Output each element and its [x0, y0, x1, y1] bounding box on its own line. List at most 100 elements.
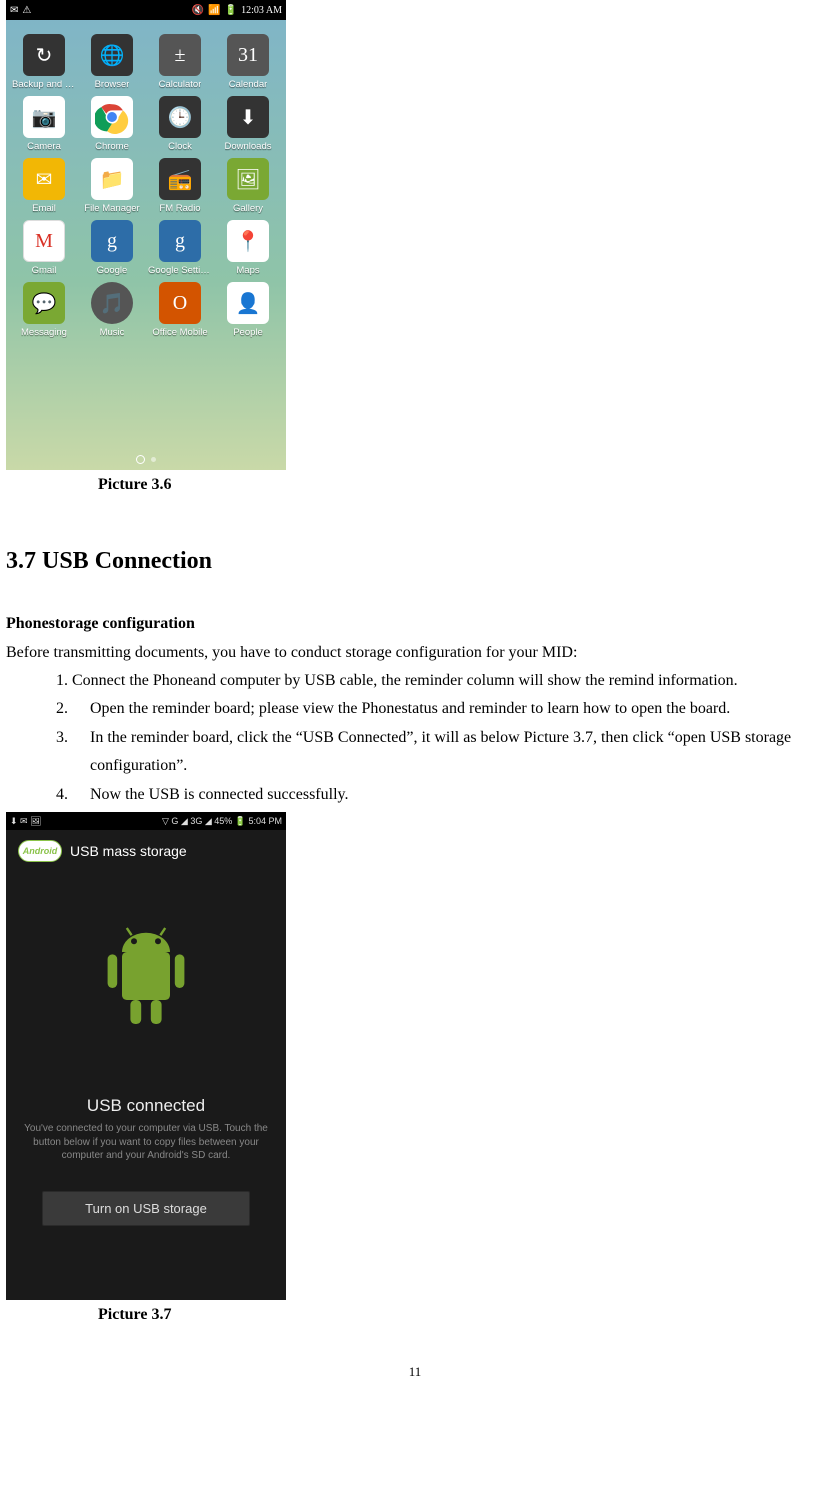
status-right-text: ▽ G ◢ 3G ◢ 45% 🔋 5:04 PM: [162, 816, 282, 827]
status-right: 🔇 📶 🔋 12:03 AM: [192, 5, 282, 16]
app-calculator[interactable]: ± Calculator: [146, 34, 214, 90]
app-label: Music: [100, 327, 125, 338]
list-item: 4. Now the USB is connected successfully…: [56, 781, 830, 809]
step-text: In the reminder board, click the “USB Co…: [90, 724, 830, 781]
step-text: Open the reminder board; please view the…: [90, 695, 830, 723]
app-label: Google: [97, 265, 128, 276]
app-email[interactable]: ✉ Email: [10, 158, 78, 214]
app-label: Maps: [236, 265, 259, 276]
title-row: Android USB mass storage: [6, 830, 286, 872]
office-icon: O: [159, 282, 201, 324]
caption-1: Picture 3.6: [98, 476, 830, 494]
app-label: Browser: [95, 79, 130, 90]
list-item: 1. Connect the Phoneand computer by USB …: [56, 667, 830, 695]
gallery-icon: 🖼: [227, 158, 269, 200]
app-gmail[interactable]: M Gmail: [10, 220, 78, 276]
screenshot-app-drawer: ✉ ⚠ 🔇 📶 🔋 12:03 AM ↻ Backup and Re 🌐 Browse…: [6, 0, 286, 470]
step-text: 1. Connect the Phoneand computer by USB …: [56, 667, 830, 695]
app-label: Office Mobile: [152, 327, 207, 338]
camera-icon: 📷: [23, 96, 65, 138]
battery-icon: 🔋: [225, 5, 237, 16]
calculator-icon: ±: [159, 34, 201, 76]
gmail-icon: M: [23, 220, 65, 262]
backup-icon: ↻: [23, 34, 65, 76]
section-heading: 3.7 USB Connection: [6, 548, 830, 575]
app-backup-and-re[interactable]: ↻ Backup and Re: [10, 34, 78, 90]
app-gallery[interactable]: 🖼 Gallery: [214, 158, 282, 214]
music-icon: 🎵: [91, 282, 133, 324]
browser-icon: 🌐: [91, 34, 133, 76]
app-file-manager[interactable]: 📁 File Manager: [78, 158, 146, 214]
intro-text: Before transmitting documents, you have …: [6, 639, 830, 667]
connected-title: USB connected: [22, 1096, 270, 1116]
messaging-icon: 💬: [23, 282, 65, 324]
app-calendar[interactable]: 31 Calendar: [214, 34, 282, 90]
app-label: Gallery: [233, 203, 263, 214]
connected-body: You've connected to your computer via US…: [22, 1122, 270, 1163]
step-number: 4.: [56, 781, 90, 809]
file-manager-icon: 📁: [91, 158, 133, 200]
app-label: Backup and Re: [12, 79, 76, 90]
status-left-icons: ⬇ ✉ 🖼: [10, 816, 42, 827]
page-indicator: [136, 457, 156, 464]
app-google[interactable]: g Google: [78, 220, 146, 276]
list-item: 2. Open the reminder board; please view …: [56, 695, 830, 723]
app-music[interactable]: 🎵 Music: [78, 282, 146, 338]
app-camera[interactable]: 📷 Camera: [10, 96, 78, 152]
app-office-mobile[interactable]: O Office Mobile: [146, 282, 214, 338]
status-bar: ⬇ ✉ 🖼 ▽ G ◢ 3G ◢ 45% 🔋 5:04 PM: [6, 812, 286, 830]
status-left: ✉ ⚠: [10, 5, 31, 16]
app-label: Clock: [168, 141, 192, 152]
app-people[interactable]: 👤 People: [214, 282, 282, 338]
android-robot-icon: [6, 872, 286, 1092]
downloads-icon: ⬇: [227, 96, 269, 138]
screen-title: USB mass storage: [70, 843, 187, 859]
mute-icon: 🔇: [192, 5, 204, 16]
app-label: Downloads: [225, 141, 272, 152]
step-text: Now the USB is connected successfully.: [90, 781, 830, 809]
app-maps[interactable]: 📍 Maps: [214, 220, 282, 276]
subheading: Phonestorage configuration: [6, 615, 830, 633]
google-icon: g: [91, 220, 133, 262]
app-grid: ↻ Backup and Re 🌐 Browser ± Calculator 31 Calen…: [6, 20, 286, 338]
clock-text: 12:03 AM: [241, 5, 282, 16]
app-browser[interactable]: 🌐 Browser: [78, 34, 146, 90]
page-number: 11: [0, 1364, 830, 1380]
app-label: FM Radio: [159, 203, 200, 214]
app-clock[interactable]: 🕒Clock: [146, 96, 214, 152]
maps-icon: 📍: [227, 220, 269, 262]
app-label: Google Settings: [148, 265, 212, 276]
google-settings-icon: g: [159, 220, 201, 262]
app-label: File Manager: [84, 203, 139, 214]
chrome-icon: [91, 96, 133, 138]
app-label: Chrome: [95, 141, 129, 152]
fm-radio-icon: 📻: [159, 158, 201, 200]
step-number: 2.: [56, 695, 90, 723]
signal-icon: 📶: [208, 5, 220, 16]
app-messaging[interactable]: 💬 Messaging: [10, 282, 78, 338]
status-warning-icon: ⚠: [22, 5, 31, 16]
app-google-settings[interactable]: g Google Settings: [146, 220, 214, 276]
status-envelope-icon: ✉: [10, 5, 18, 16]
app-fm-radio[interactable]: 📻 FM Radio: [146, 158, 214, 214]
screenshot-usb-connected: ⬇ ✉ 🖼 ▽ G ◢ 3G ◢ 45% 🔋 5:04 PM Android U…: [6, 812, 286, 1300]
app-label: Gmail: [32, 265, 57, 276]
turn-on-usb-button[interactable]: Turn on USB storage: [42, 1191, 250, 1226]
android-badge-icon: Android: [18, 840, 62, 862]
app-label: Email: [32, 203, 56, 214]
app-label: Calendar: [229, 79, 268, 90]
app-label: Calculator: [159, 79, 202, 90]
app-downloads[interactable]: ⬇ Downloads: [214, 96, 282, 152]
app-label: People: [233, 327, 263, 338]
app-label: Camera: [27, 141, 61, 152]
app-chrome[interactable]: Chrome: [78, 96, 146, 152]
calendar-icon: 31: [227, 34, 269, 76]
connected-block: USB connected You've connected to your c…: [6, 1092, 286, 1163]
status-bar: ✉ ⚠ 🔇 📶 🔋 12:03 AM: [6, 0, 286, 20]
steps-list: 1. Connect the Phoneand computer by USB …: [56, 667, 830, 809]
email-icon: ✉: [23, 158, 65, 200]
app-label: Messaging: [21, 327, 67, 338]
step-number: 3.: [56, 724, 90, 781]
people-icon: 👤: [227, 282, 269, 324]
list-item: 3. In the reminder board, click the “USB…: [56, 724, 830, 781]
